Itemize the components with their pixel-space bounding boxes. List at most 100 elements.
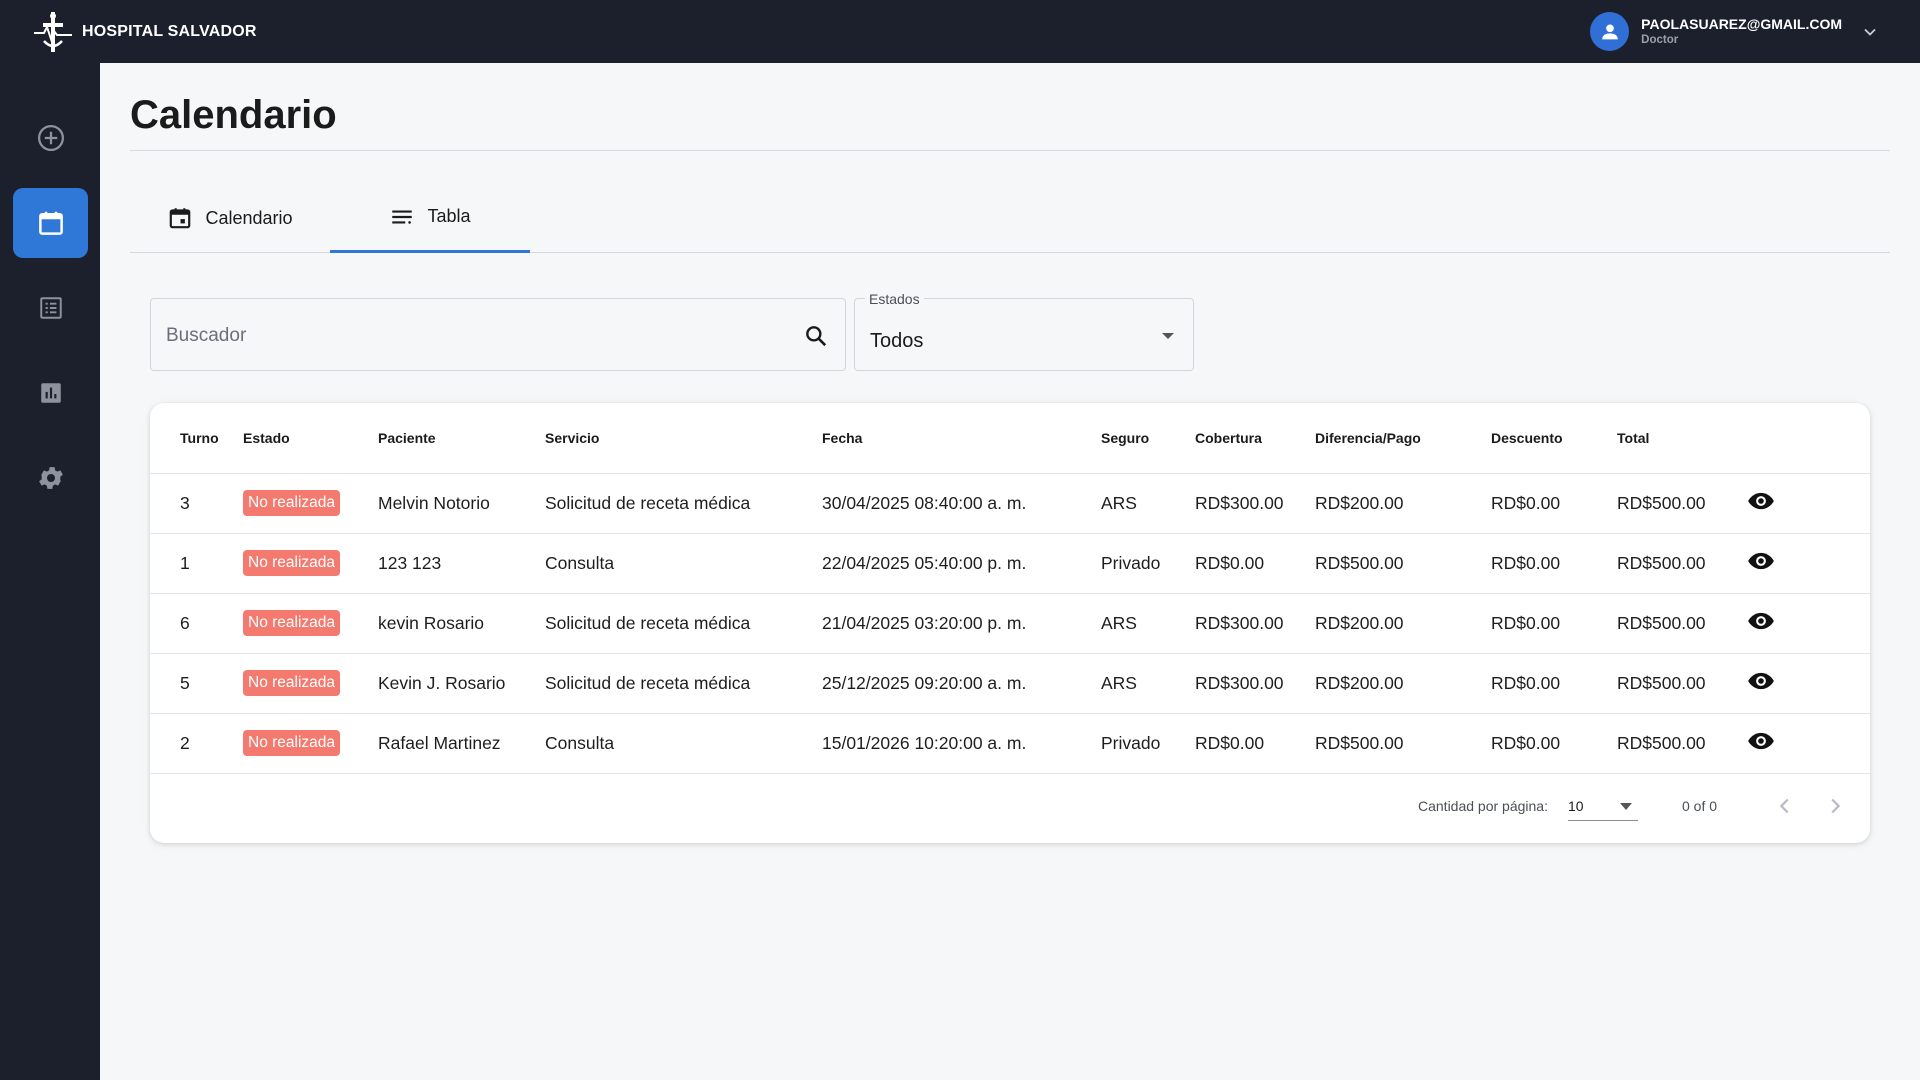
cell-descuento: RD$0.00 <box>1491 533 1617 594</box>
rows-per-page-label: Cantidad por página: <box>1418 798 1548 814</box>
cell-seguro: Privado <box>1101 713 1195 774</box>
cell-seguro: ARS <box>1101 473 1195 534</box>
cell-fecha: 15/01/2026 10:20:00 a. m. <box>822 713 1101 774</box>
cell-seguro: ARS <box>1101 653 1195 714</box>
cell-diferencia: RD$200.00 <box>1315 473 1491 534</box>
list-icon <box>39 297 62 319</box>
cell-seguro: ARS <box>1101 593 1195 654</box>
sidebar-item-list[interactable] <box>13 273 88 343</box>
cell-descuento: RD$0.00 <box>1491 593 1617 654</box>
header-seguro[interactable]: Seguro <box>1101 403 1195 474</box>
chevron-down-icon[interactable] <box>1860 22 1880 42</box>
user-email: PAOLASUAREZ@GMAIL.COM <box>1641 15 1842 32</box>
cell-actions <box>1743 653 1870 714</box>
search-input[interactable]: Buscador <box>150 298 846 371</box>
header-cobertura[interactable]: Cobertura <box>1195 403 1315 474</box>
cell-actions <box>1743 713 1870 774</box>
user-icon <box>1601 23 1618 39</box>
header-paciente[interactable]: Paciente <box>378 403 545 474</box>
view-button[interactable] <box>1747 607 1775 635</box>
cell-turno: 6 <box>150 593 243 654</box>
cell-cobertura: RD$0.00 <box>1195 713 1315 774</box>
dropdown-arrow-icon <box>1162 333 1174 339</box>
avatar <box>1590 12 1630 51</box>
cell-servicio: Solicitud de receta médica <box>545 473 822 534</box>
tab-label: Calendario <box>205 207 293 228</box>
header-total[interactable]: Total <box>1617 403 1743 474</box>
cell-paciente: kevin Rosario <box>378 593 545 654</box>
header-servicio[interactable]: Servicio <box>545 403 822 474</box>
status-select-value: Todos <box>870 330 924 352</box>
page-title: Calendario <box>130 93 337 137</box>
sidebar-item-add[interactable] <box>13 103 88 173</box>
cell-fecha: 30/04/2025 08:40:00 a. m. <box>822 473 1101 534</box>
top-bar: HOSPITAL SALVADOR PAOLASUAREZ@GMAIL.COM … <box>0 0 1920 63</box>
eye-icon <box>1748 552 1774 569</box>
status-select[interactable]: Estados Todos <box>854 291 1194 371</box>
view-button[interactable] <box>1747 667 1775 695</box>
cell-actions <box>1743 473 1870 534</box>
chevron-left-icon[interactable] <box>1774 795 1796 817</box>
eye-icon <box>1748 732 1774 749</box>
table-row[interactable]: 5 No realizada Kevin J. Rosario Solicitu… <box>150 653 1870 714</box>
table-row[interactable]: 3 No realizada Melvin Notorio Solicitud … <box>150 473 1870 534</box>
tab-calendario[interactable]: Calendario <box>130 183 330 253</box>
cell-fecha: 21/04/2025 03:20:00 p. m. <box>822 593 1101 654</box>
cell-total: RD$500.00 <box>1617 473 1743 534</box>
view-button[interactable] <box>1747 727 1775 755</box>
rows-per-page-select[interactable]: 10 <box>1568 793 1638 821</box>
cell-cobertura: RD$300.00 <box>1195 473 1315 534</box>
user-menu[interactable]: PAOLASUAREZ@GMAIL.COM Doctor <box>1590 0 1880 63</box>
header-turno[interactable]: Turno <box>150 403 243 474</box>
add-circle-icon <box>37 125 64 151</box>
cell-turno: 2 <box>150 713 243 774</box>
calendar-icon <box>38 211 63 235</box>
dropdown-arrow-icon <box>1620 803 1632 810</box>
cell-servicio: Solicitud de receta médica <box>545 653 822 714</box>
brand-name: HOSPITAL SALVADOR <box>82 22 257 40</box>
status-badge: No realizada <box>243 490 341 516</box>
eye-icon <box>1748 612 1774 629</box>
eye-icon <box>1748 492 1774 509</box>
cell-servicio: Consulta <box>545 713 822 774</box>
gear-icon <box>38 467 63 489</box>
status-select-label: Estados <box>865 291 924 307</box>
eye-icon <box>1748 672 1774 689</box>
cell-paciente: Kevin J. Rosario <box>378 653 545 714</box>
sidebar-item-calendar[interactable] <box>13 188 88 258</box>
user-role: Doctor <box>1641 33 1679 46</box>
cell-seguro: Privado <box>1101 533 1195 594</box>
cell-cobertura: RD$300.00 <box>1195 653 1315 714</box>
table-row[interactable]: 2 No realizada Rafael Martinez Consulta … <box>150 713 1870 774</box>
table-row[interactable]: 1 No realizada 123 123 Consulta 22/04/20… <box>150 533 1870 594</box>
view-button[interactable] <box>1747 547 1775 575</box>
hospital-logo-icon <box>34 11 72 52</box>
header-fecha[interactable]: Fecha <box>822 403 1101 474</box>
cell-cobertura: RD$300.00 <box>1195 593 1315 654</box>
cell-paciente: Rafael Martinez <box>378 713 545 774</box>
chevron-right-icon[interactable] <box>1824 795 1846 817</box>
status-badge: No realizada <box>243 550 341 576</box>
cell-fecha: 25/12/2025 09:20:00 a. m. <box>822 653 1101 714</box>
header-actions <box>1743 403 1870 474</box>
pagination: Cantidad por página: 10 0 of 0 <box>150 773 1870 843</box>
cell-diferencia: RD$500.00 <box>1315 713 1491 774</box>
sidebar-item-settings[interactable] <box>13 443 88 513</box>
header-diferencia[interactable]: Diferencia/Pago <box>1315 403 1491 474</box>
cell-estado: No realizada <box>243 593 378 654</box>
sidebar-item-reports[interactable] <box>13 358 88 428</box>
search-icon[interactable] <box>803 323 829 349</box>
cell-estado: No realizada <box>243 473 378 534</box>
header-descuento[interactable]: Descuento <box>1491 403 1617 474</box>
header-estado[interactable]: Estado <box>243 403 378 474</box>
view-tabs: Calendario Tabla <box>130 183 1890 253</box>
bar-chart-icon <box>40 383 61 403</box>
appointments-table-card: Turno Estado Paciente Servicio Fecha Seg… <box>150 403 1870 843</box>
cell-paciente: Melvin Notorio <box>378 473 545 534</box>
view-button[interactable] <box>1747 487 1775 515</box>
cell-servicio: Consulta <box>545 533 822 594</box>
cell-fecha: 22/04/2025 05:40:00 p. m. <box>822 533 1101 594</box>
brand[interactable]: HOSPITAL SALVADOR <box>30 9 257 55</box>
tab-tabla[interactable]: Tabla <box>330 183 530 253</box>
table-row[interactable]: 6 No realizada kevin Rosario Solicitud d… <box>150 593 1870 654</box>
